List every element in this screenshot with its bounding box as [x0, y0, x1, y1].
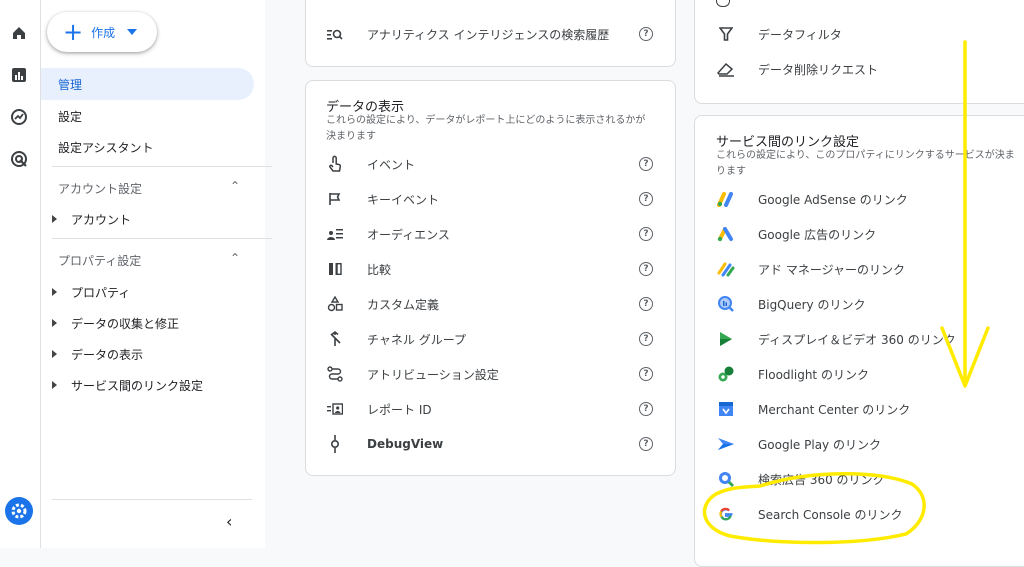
annotation-circle [702, 472, 926, 545]
annotation-arrow-line [963, 40, 968, 387]
yellow-annotation-overlay [702, 40, 990, 545]
